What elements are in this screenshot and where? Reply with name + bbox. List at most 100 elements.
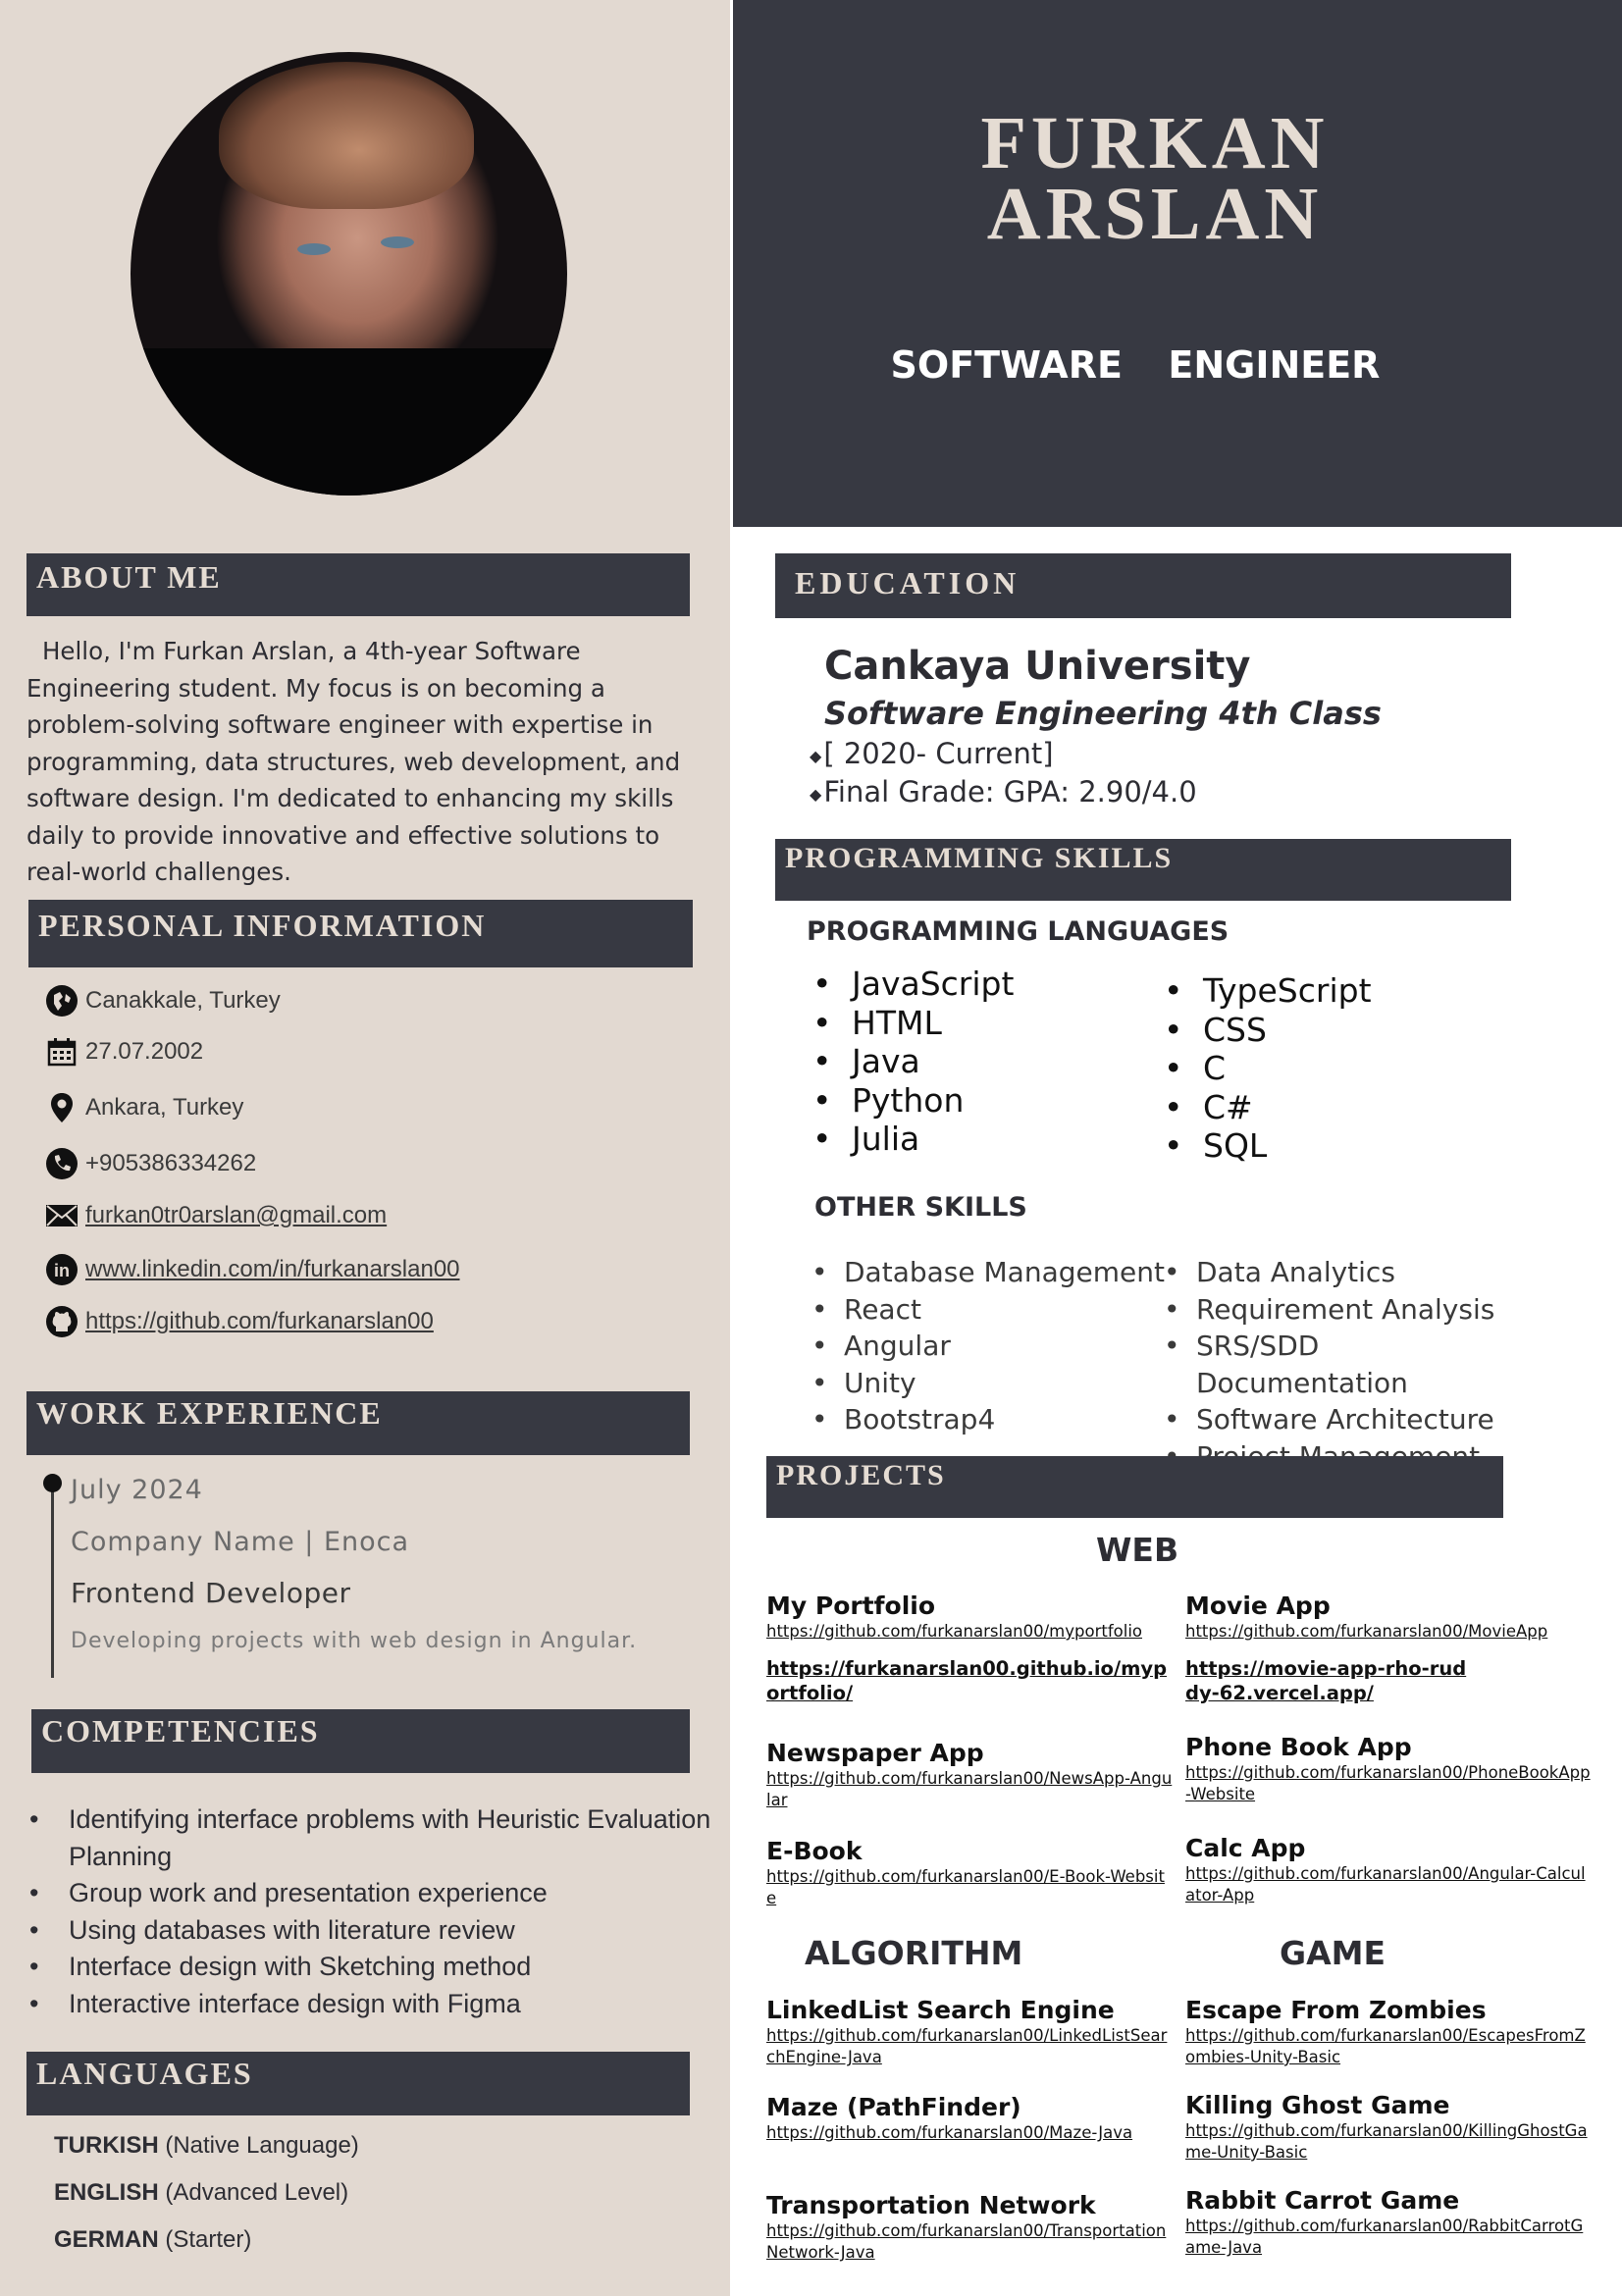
language-name: TURKISH — [54, 2132, 159, 2159]
header-block — [733, 0, 1622, 527]
email-row[interactable]: furkan0tr0arslan@gmail.com — [44, 1196, 387, 1235]
skill-item: Unity — [811, 1365, 1165, 1402]
linkedin-icon: in — [44, 1252, 79, 1287]
skill-item: Data Analytics — [1164, 1254, 1537, 1291]
project-movie-app: Movie App https://github.com/furkanarsla… — [1185, 1592, 1593, 1705]
work-heading: WORK EXPERIENCE — [26, 1391, 690, 1455]
project-title: E-Book — [766, 1837, 863, 1865]
project-link[interactable]: https://github.com/furkanarslan00/E-Book… — [766, 1866, 1174, 1909]
person-name: FURKAN ARSLAN — [733, 106, 1577, 255]
web-category-title: WEB — [1096, 1531, 1179, 1569]
project-live-link[interactable]: https://movie-app-rho-ruddy-62.vercel.ap… — [1185, 1656, 1480, 1705]
skill-item: Requirement Analysis — [1164, 1291, 1537, 1329]
project-title: Movie App — [1185, 1592, 1331, 1620]
skill-item: Angular — [811, 1328, 1165, 1365]
project-maze-pathfinder: Maze (PathFinder) https://github.com/fur… — [766, 2093, 1174, 2144]
birthdate-row: 27.07.2002 — [44, 1032, 203, 1071]
education-period: [ 2020- Current] — [823, 737, 1054, 770]
linkedin-link[interactable]: www.linkedin.com/in/furkanarslan00 — [85, 1256, 460, 1283]
competency-item: Interactive interface design with Figma — [29, 1986, 716, 2023]
education-heading: EDUCATION — [775, 553, 1511, 618]
skill-item: C# — [1164, 1088, 1497, 1127]
github-icon — [44, 1304, 79, 1339]
project-transportation-network: Transportation Network https://github.co… — [766, 2191, 1174, 2264]
project-rabbit-carrot-game: Rabbit Carrot Game https://github.com/fu… — [1185, 2186, 1593, 2259]
language-level: (Advanced Level) — [158, 2179, 349, 2206]
github-row[interactable]: https://github.com/furkanarslan00 — [44, 1302, 434, 1341]
project-linkedlist-search-engine: LinkedList Search Engine https://github.… — [766, 1996, 1174, 2068]
skill-item: Julia — [812, 1120, 1146, 1159]
project-link[interactable]: https://github.com/furkanarslan00/PhoneB… — [1185, 1762, 1593, 1805]
work-company: Company Name | Enoca — [71, 1527, 410, 1557]
projects-heading: PROJECTS — [766, 1456, 1503, 1518]
email-link[interactable]: furkan0tr0arslan@gmail.com — [85, 1202, 387, 1229]
skill-item: SQL — [1164, 1126, 1497, 1166]
last-name: ARSLAN — [986, 173, 1324, 255]
language-row: ENGLISH (Advanced Level) — [54, 2179, 348, 2207]
project-live-link[interactable]: https://furkanarslan00.github.io/myportf… — [766, 1656, 1174, 1705]
education-grade-row: ◆Final Grade: GPA: 2.90/4.0 — [810, 775, 1197, 809]
project-title: LinkedList Search Engine — [766, 1996, 1115, 2024]
svg-text:in: in — [54, 1261, 70, 1280]
phone-text: +905386334262 — [85, 1150, 257, 1176]
project-link[interactable]: https://github.com/furkanarslan00/Transp… — [766, 2220, 1174, 2264]
languages-heading: LANGUAGES — [26, 2052, 690, 2115]
skill-item: React — [811, 1291, 1165, 1329]
skills-heading: PROGRAMMING SKILLS — [775, 839, 1511, 901]
university-name: Cankaya University — [824, 644, 1251, 689]
location-text: Ankara, Turkey — [85, 1094, 244, 1121]
project-title: My Portfolio — [766, 1592, 936, 1620]
globe-icon — [44, 983, 79, 1018]
project-link[interactable]: https://github.com/furkanarslan00/myport… — [766, 1621, 1174, 1643]
project-title: Killing Ghost Game — [1185, 2091, 1450, 2119]
project-title: Calc App — [1185, 1834, 1306, 1862]
game-category-title: GAME — [1280, 1934, 1387, 1972]
competencies-heading: COMPETENCIES — [31, 1709, 690, 1773]
job-title: SOFTWARE ENGINEER — [890, 343, 1381, 387]
location-row: Ankara, Turkey — [44, 1088, 243, 1127]
competency-item: Interface design with Sketching method — [29, 1949, 716, 1986]
photo-shirt — [131, 348, 567, 496]
project-title: Rabbit Carrot Game — [1185, 2186, 1460, 2215]
project-link[interactable]: https://github.com/furkanarslan00/Linked… — [766, 2025, 1174, 2068]
diamond-bullet-icon: ◆ — [810, 784, 822, 804]
project-link[interactable]: https://github.com/furkanarslan00/Killin… — [1185, 2120, 1593, 2164]
language-level: (Native Language) — [158, 2132, 359, 2159]
algorithm-category-title: ALGORITHM — [805, 1934, 1023, 1972]
about-paragraph: Hello, I'm Furkan Arslan, a 4th-year Sof… — [26, 637, 681, 886]
github-link[interactable]: https://github.com/furkanarslan00 — [85, 1308, 434, 1335]
skill-item: CSS — [1164, 1011, 1497, 1050]
phone-row: +905386334262 — [44, 1144, 256, 1183]
project-title: Transportation Network — [766, 2191, 1096, 2219]
project-phone-book-app: Phone Book App https://github.com/furkan… — [1185, 1733, 1593, 1805]
about-text: Hello, I'm Furkan Arslan, a 4th-year Sof… — [26, 633, 713, 891]
project-escape-from-zombies: Escape From Zombies https://github.com/f… — [1185, 1996, 1593, 2068]
map-pin-icon — [44, 1090, 79, 1125]
project-newspaper-app: Newspaper App https://github.com/furkana… — [766, 1739, 1174, 1811]
birthplace-row: Canakkale, Turkey — [44, 981, 281, 1020]
work-role: Frontend Developer — [71, 1577, 351, 1609]
program-name: Software Engineering 4th Class — [824, 695, 1382, 732]
project-killing-ghost-game: Killing Ghost Game https://github.com/fu… — [1185, 2091, 1593, 2164]
envelope-icon — [44, 1198, 79, 1233]
project-title: Newspaper App — [766, 1739, 984, 1767]
competency-item: Using databases with literature review — [29, 1912, 716, 1950]
work-date: July 2024 — [71, 1475, 203, 1505]
other-skills-title: OTHER SKILLS — [814, 1192, 1027, 1223]
project-link[interactable]: https://github.com/furkanarslan00/MovieA… — [1185, 1621, 1593, 1643]
skill-item: Software Architecture — [1164, 1401, 1537, 1438]
language-level: (Starter) — [158, 2226, 252, 2253]
project-link[interactable]: https://github.com/furkanarslan00/NewsAp… — [766, 1768, 1174, 1811]
project-link[interactable]: https://github.com/furkanarslan00/Maze-J… — [766, 2122, 1174, 2144]
photo-eye-right — [381, 236, 414, 248]
personal-heading: PERSONAL INFORMATION — [28, 900, 693, 967]
project-link[interactable]: https://github.com/furkanarslan00/Escape… — [1185, 2025, 1593, 2068]
project-link[interactable]: https://github.com/furkanarslan00/Angula… — [1185, 1863, 1593, 1906]
linkedin-row[interactable]: in www.linkedin.com/in/furkanarslan00 — [44, 1250, 460, 1289]
competency-item: Identifying interface problems with Heur… — [29, 1801, 716, 1875]
profile-photo — [131, 52, 567, 496]
project-link[interactable]: https://github.com/furkanarslan00/Rabbit… — [1185, 2216, 1593, 2259]
language-name: GERMAN — [54, 2226, 159, 2253]
diamond-bullet-icon: ◆ — [810, 746, 822, 765]
programming-languages-col-1: JavaScript HTML Java Python Julia — [812, 965, 1146, 1159]
